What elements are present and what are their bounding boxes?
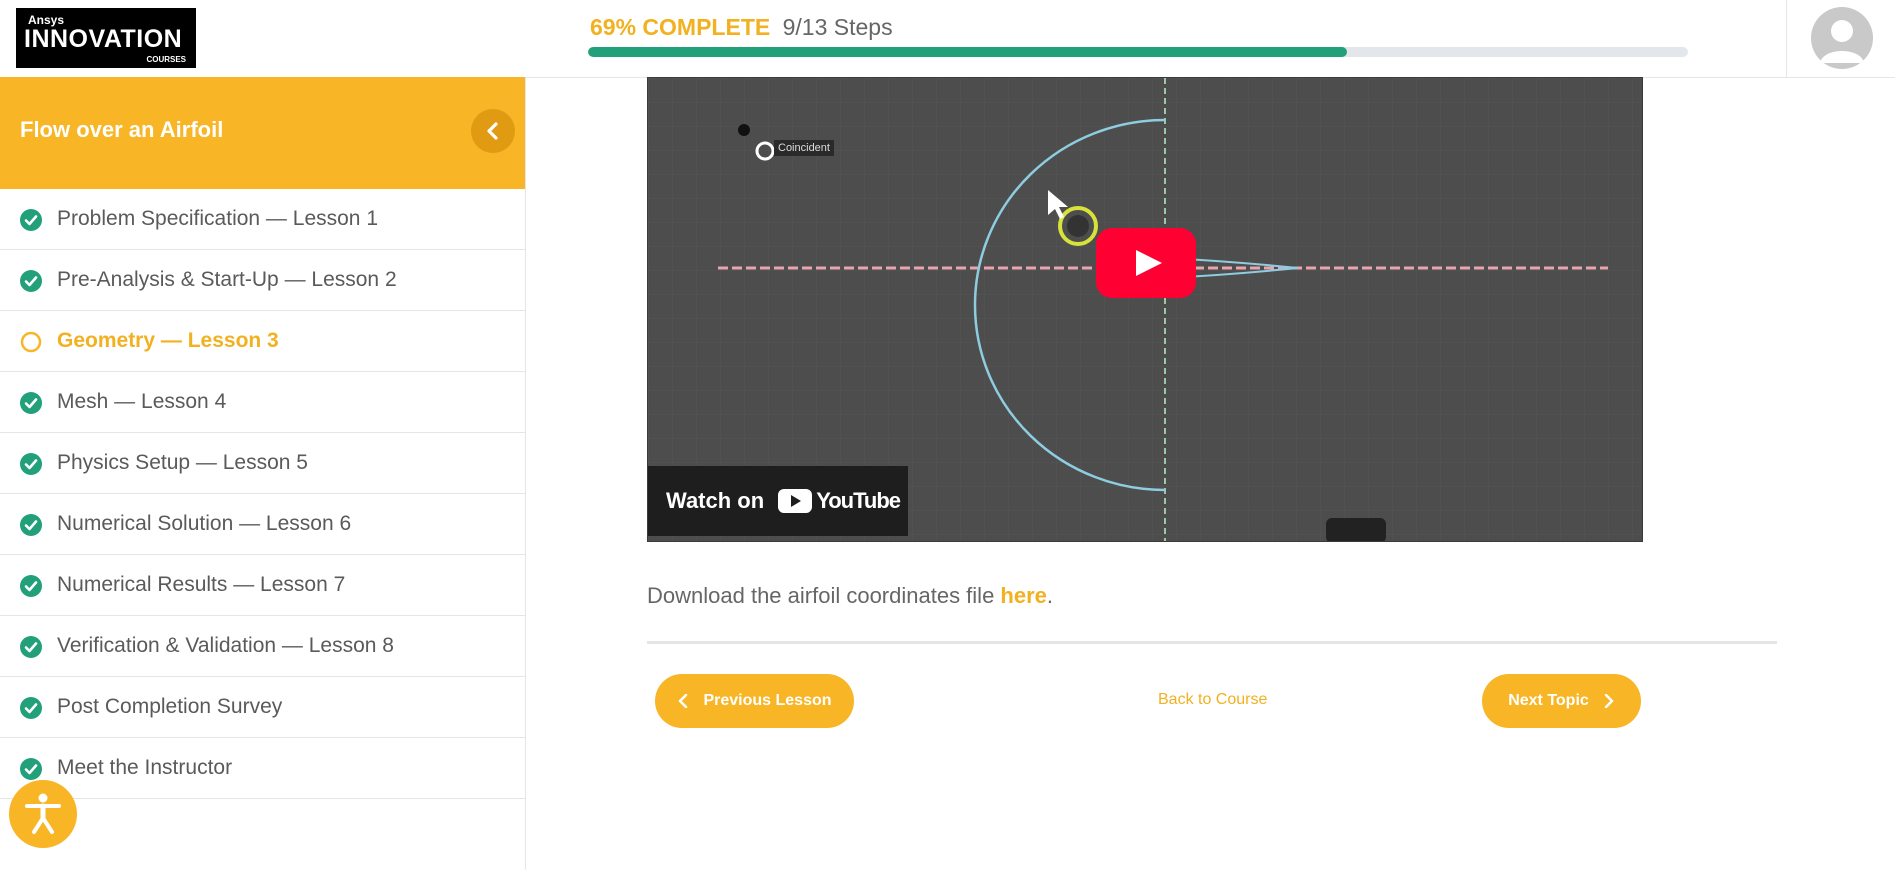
course-header: Flow over an Airfoil <box>0 77 525 189</box>
ansys-innovation-courses-logo[interactable]: Ansys INNOVATION COURSES <box>16 8 196 68</box>
coincident-label: Coincident <box>774 140 834 156</box>
collapse-sidebar-button[interactable] <box>471 109 515 153</box>
header-divider <box>1786 0 1787 77</box>
accessibility-icon <box>25 793 61 834</box>
download-suffix: . <box>1046 583 1054 608</box>
progress-bar <box>588 47 1688 57</box>
check-circle-icon <box>20 453 42 475</box>
sidebar-lesson-item[interactable]: Mesh — Lesson 4 <box>0 372 525 433</box>
previous-lesson-button[interactable]: Previous Lesson <box>655 674 854 728</box>
sidebar-lesson-item[interactable]: Physics Setup — Lesson 5 <box>0 433 525 494</box>
lesson-sidebar: Flow over an Airfoil Problem Specificati… <box>0 77 526 870</box>
next-topic-button[interactable]: Next Topic <box>1482 674 1641 728</box>
chevron-left-icon <box>679 694 688 708</box>
watch-on-youtube-button[interactable]: Watch on YouTube <box>648 466 908 536</box>
check-circle-icon <box>20 636 42 658</box>
user-avatar[interactable] <box>1811 7 1873 69</box>
sidebar-lesson-item[interactable]: Verification & Validation — Lesson 8 <box>0 616 525 677</box>
sidebar-lesson-label: Numerical Results — Lesson 7 <box>57 573 346 596</box>
accessibility-button[interactable] <box>9 780 77 848</box>
empty-circle-icon <box>20 331 42 353</box>
sidebar-lesson-item[interactable]: Problem Specification — Lesson 1 <box>0 189 525 250</box>
check-circle-icon <box>20 575 42 597</box>
progress-summary: 69% COMPLETE 9/13 Steps <box>590 14 893 41</box>
next-topic-label: Next Topic <box>1508 692 1589 709</box>
progress-percent: 69% COMPLETE <box>590 14 771 40</box>
sidebar-lesson-label: Problem Specification — Lesson 1 <box>57 207 378 230</box>
check-circle-icon <box>20 209 42 231</box>
content-divider <box>647 641 1777 644</box>
sidebar-lesson-label: Mesh — Lesson 4 <box>57 390 227 413</box>
download-link[interactable]: here <box>1000 583 1046 608</box>
back-to-course-link[interactable]: Back to Course <box>1158 691 1267 709</box>
check-circle-icon <box>20 514 42 536</box>
sidebar-lesson-item[interactable]: Meet the Instructor <box>0 738 525 799</box>
play-button[interactable] <box>1096 228 1196 298</box>
sidebar-lesson-label: Post Completion Survey <box>57 695 283 718</box>
logo-line-3: COURSES <box>146 55 186 64</box>
watch-on-label: Watch on <box>666 488 765 513</box>
check-circle-icon <box>20 697 42 719</box>
check-circle-icon <box>20 392 42 414</box>
previous-lesson-label: Previous Lesson <box>703 692 832 709</box>
logo-line-2: INNOVATION <box>24 25 183 53</box>
chevron-right-icon <box>1604 694 1614 708</box>
sidebar-lesson-label: Meet the Instructor <box>57 756 233 779</box>
sidebar-lesson-item[interactable]: Numerical Results — Lesson 7 <box>0 555 525 616</box>
user-icon <box>1820 20 1864 63</box>
youtube-play-icon <box>778 489 813 513</box>
check-circle-icon <box>20 758 42 780</box>
download-text: Download the airfoil coordinates file he… <box>647 583 1053 609</box>
sidebar-lesson-item[interactable]: Geometry — Lesson 3 <box>0 311 525 372</box>
sidebar-lesson-label: Physics Setup — Lesson 5 <box>57 451 308 474</box>
sidebar-lesson-label: Numerical Solution — Lesson 6 <box>57 512 352 535</box>
youtube-logo: YouTube <box>778 488 901 514</box>
top-header: Ansys INNOVATION COURSES 69% COMPLETE 9/… <box>0 0 1895 78</box>
sidebar-lesson-label: Verification & Validation — Lesson 8 <box>57 634 394 657</box>
sidebar-lesson-label: Pre-Analysis & Start-Up — Lesson 2 <box>57 268 397 291</box>
sidebar-lesson-item[interactable]: Post Completion Survey <box>0 677 525 738</box>
check-circle-icon <box>20 270 42 292</box>
youtube-wordmark: YouTube <box>816 488 901 513</box>
lesson-list: Problem Specification — Lesson 1 Pre-Anal… <box>0 189 525 799</box>
sidebar-lesson-item[interactable]: Numerical Solution — Lesson 6 <box>0 494 525 555</box>
progress-steps: 9/13 Steps <box>782 14 893 40</box>
progress-bar-fill <box>588 47 1347 57</box>
course-title: Flow over an Airfoil <box>20 117 224 142</box>
download-prefix: Download the airfoil coordinates file <box>647 583 1001 608</box>
sidebar-lesson-item[interactable]: Pre-Analysis & Start-Up — Lesson 2 <box>0 250 525 311</box>
youtube-video-embed[interactable]: Coincident Watch on YouTube <box>647 77 1643 542</box>
sidebar-lesson-label: Geometry — Lesson 3 <box>57 329 279 352</box>
chevron-left-icon <box>487 122 498 140</box>
